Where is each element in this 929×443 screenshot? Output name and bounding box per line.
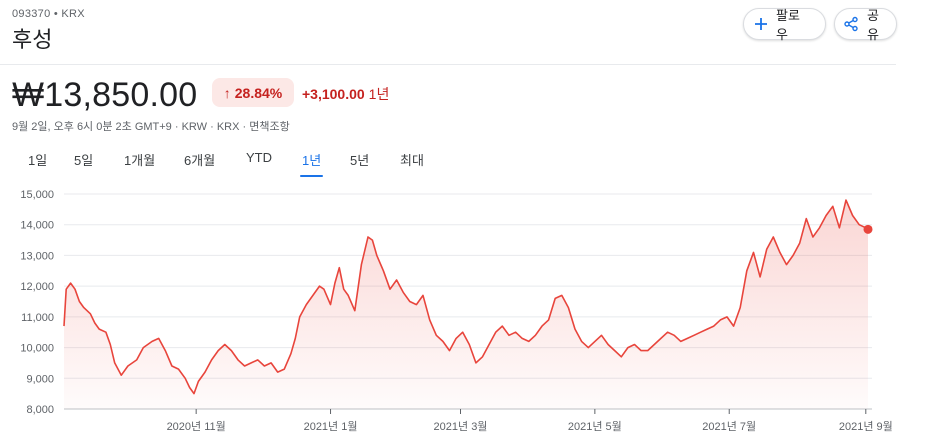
price-chart[interactable]: 8,000 9,000 10,000 11,000 12,000 13,000 14,000… bbox=[0, 178, 929, 443]
x-tick-label: 2021년 3월 bbox=[434, 420, 488, 433]
current-price-dot bbox=[863, 224, 873, 234]
follow-label: 팔로우 bbox=[776, 8, 800, 42]
tab-5y[interactable]: 5년 bbox=[350, 150, 369, 169]
stock-name: 후성 bbox=[12, 27, 53, 52]
current-price: ₩13,850.00 bbox=[12, 76, 198, 114]
tab-1d[interactable]: 1일 bbox=[28, 150, 47, 169]
plus-icon bbox=[754, 17, 768, 31]
share-button[interactable]: 공유 bbox=[834, 8, 897, 42]
arrow-up-icon: ↑ bbox=[223, 84, 231, 101]
y-tick-label: 11,000 bbox=[21, 312, 54, 324]
y-tick-label: 15,000 bbox=[20, 189, 54, 201]
change-amount: +3,100.00 bbox=[302, 86, 365, 102]
x-tick-label: 2021년 9월 bbox=[839, 420, 893, 433]
share-icon bbox=[843, 16, 859, 32]
quote-meta: 9월 2일, 오후 6시 0분 2초 GMT+9 · KRW · KRX · 면… bbox=[12, 121, 290, 133]
y-tick-label: 12,000 bbox=[20, 281, 54, 293]
x-tick-label: 2021년 7월 bbox=[702, 420, 756, 433]
tab-1y[interactable]: 1년 bbox=[299, 150, 324, 177]
x-tick-label: 2021년 1월 bbox=[304, 420, 358, 433]
x-tick-label: 2021년 5월 bbox=[568, 420, 622, 433]
x-tick-label: 2020년 11월 bbox=[167, 420, 226, 433]
tab-5d[interactable]: 5일 bbox=[74, 150, 93, 169]
tab-1m[interactable]: 1개월 bbox=[124, 150, 155, 169]
y-tick-label: 13,000 bbox=[20, 250, 54, 262]
follow-button[interactable]: 팔로우 bbox=[743, 8, 826, 42]
ticker-symbol: 093370 • KRX bbox=[12, 8, 85, 20]
change-period: 1년 bbox=[368, 86, 390, 102]
change-absolute: +3,100.00 1년 bbox=[302, 84, 389, 104]
y-tick-label: 9,000 bbox=[26, 373, 54, 385]
change-percent-badge: ↑ 28.84% bbox=[212, 78, 294, 107]
y-tick-label: 8,000 bbox=[26, 404, 54, 416]
tab-max[interactable]: 최대 bbox=[400, 150, 424, 169]
tab-ytd[interactable]: YTD bbox=[246, 150, 272, 165]
y-tick-label: 10,000 bbox=[20, 343, 54, 355]
tab-6m[interactable]: 6개월 bbox=[184, 150, 215, 169]
change-percent: 28.84% bbox=[234, 84, 283, 101]
share-label: 공유 bbox=[867, 8, 879, 42]
header-divider bbox=[0, 64, 896, 65]
y-tick-label: 14,000 bbox=[20, 220, 54, 232]
